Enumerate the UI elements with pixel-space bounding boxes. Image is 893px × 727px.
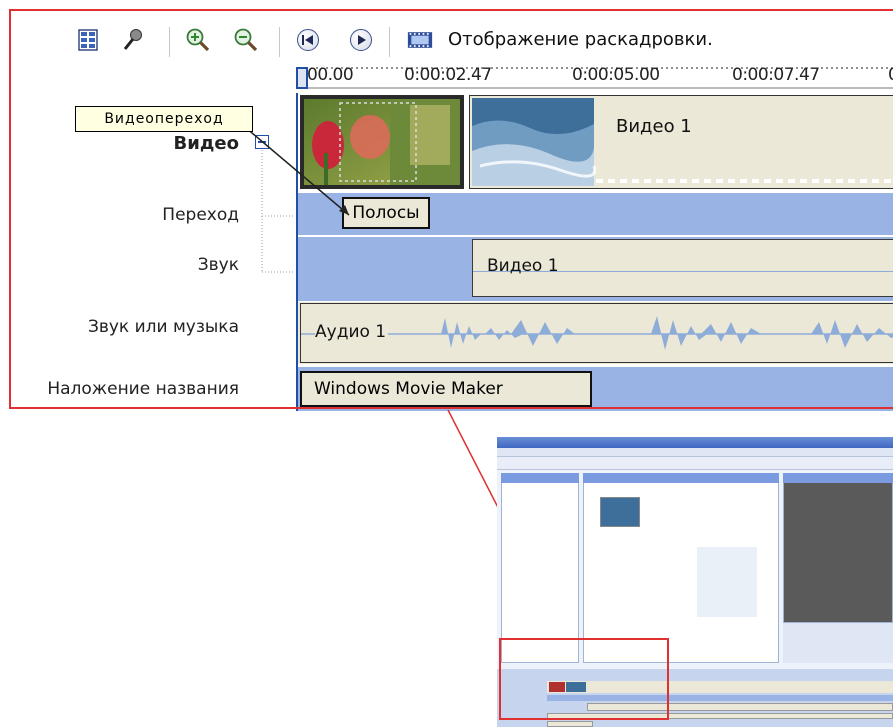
thumbnail-highlight-frame	[499, 638, 669, 720]
